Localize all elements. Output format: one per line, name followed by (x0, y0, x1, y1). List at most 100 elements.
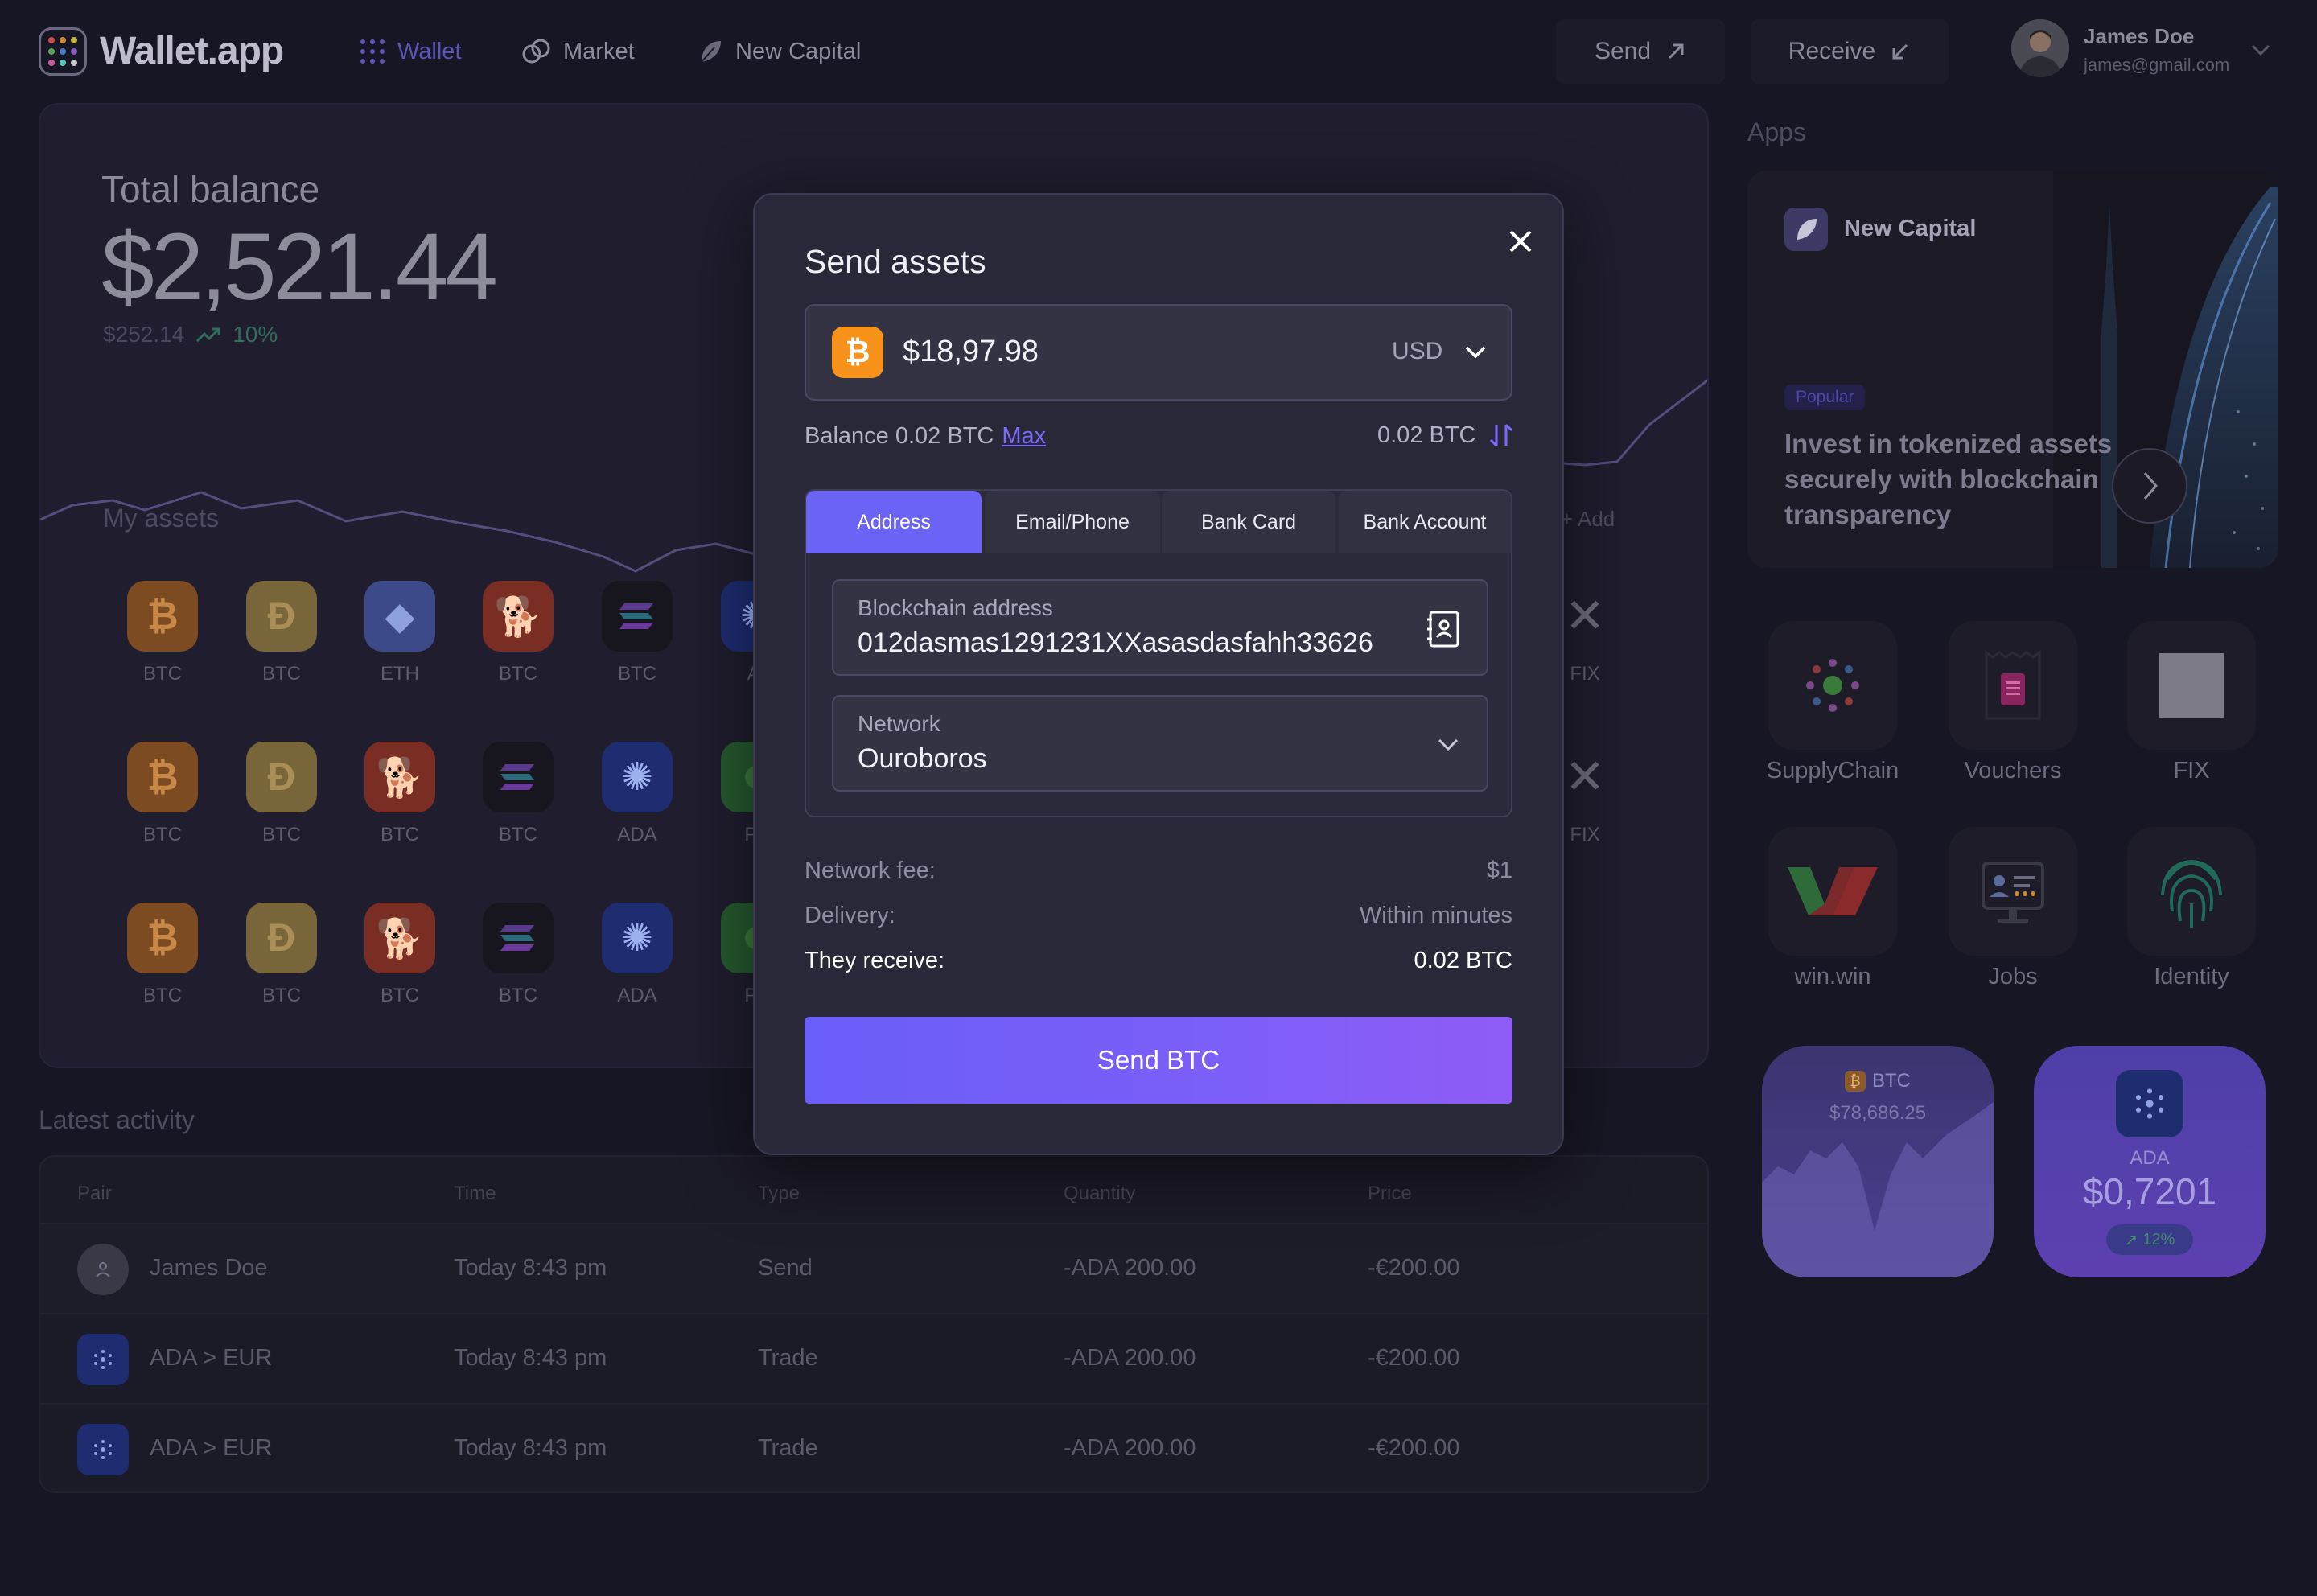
tab-email-phone[interactable]: Email/Phone (985, 491, 1160, 553)
app-vouchers[interactable] (1949, 621, 2077, 750)
bitcoin-icon: ₿ (127, 581, 198, 652)
avatar[interactable] (2011, 19, 2069, 77)
asset-item[interactable]: BTC (483, 903, 554, 1007)
cell-type: Send (758, 1255, 813, 1281)
tab-address[interactable]: Address (806, 491, 982, 553)
activity-table: Pair Time Type Quantity Price James Doe … (39, 1155, 1709, 1493)
cell-time: Today 8:43 pm (454, 1435, 607, 1461)
asset-item[interactable]: ₿ BTC (127, 903, 198, 1007)
app-name: Wallet.app (100, 30, 284, 72)
asset-item[interactable]: 🐕 BTC (483, 581, 554, 685)
modal-title: Send assets (805, 243, 986, 280)
bitcoin-icon: ₿ (1845, 1071, 1866, 1092)
asset-label: BTC (499, 985, 537, 1006)
asset-item[interactable]: ✺ ADA (602, 903, 673, 1007)
send-label: Send (1594, 38, 1652, 64)
cell-time: Today 8:43 pm (454, 1255, 607, 1281)
btc-ticker-label: BTC (1872, 1070, 1911, 1092)
col-price: Price (1368, 1183, 1412, 1204)
cell-price: -€200.00 (1368, 1435, 1460, 1461)
asset-item[interactable]: ✺ ADA (602, 742, 673, 846)
send-btc-button[interactable]: Send BTC (805, 1017, 1512, 1104)
receive-label: Receive (1788, 38, 1876, 64)
ada-ticker-symbol: ADA (2130, 1147, 2170, 1169)
nav-wallet[interactable]: Wallet (359, 35, 462, 68)
close-icon[interactable] (1501, 222, 1540, 261)
asset-item[interactable]: ₿ BTC (127, 581, 198, 685)
asset-item[interactable]: Ð BTC (246, 581, 317, 685)
col-type: Type (758, 1183, 800, 1204)
cell-price: -€200.00 (1368, 1255, 1460, 1281)
table-row[interactable]: ADA > EUR Today 8:43 pm Trade -ADA 200.0… (40, 1313, 1707, 1403)
currency-select[interactable]: USD (1392, 338, 1442, 365)
featured-brand: New Capital (1844, 216, 1977, 241)
col-quantity: Quantity (1064, 1183, 1136, 1204)
app-identity[interactable] (2127, 827, 2256, 956)
asset-label: BTC (262, 663, 301, 685)
delivery-label: Delivery: (805, 903, 895, 928)
asset-item[interactable]: BTC (483, 742, 554, 846)
asset-item[interactable]: BTC (602, 581, 673, 685)
table-row[interactable]: ADA > EUR Today 8:43 pm Trade -ADA 200.0… (40, 1403, 1707, 1491)
header-send-button[interactable]: Send (1556, 19, 1725, 84)
swap-icon[interactable] (1488, 422, 1515, 449)
cell-pair: James Doe (150, 1255, 268, 1281)
nav-market[interactable]: Market (521, 35, 635, 68)
amount-input[interactable]: ₿ $18,97.98 USD (805, 304, 1512, 401)
cell-pair: ADA > EUR (150, 1435, 273, 1461)
header-receive-button[interactable]: Receive (1751, 19, 1949, 84)
app-winwin[interactable] (1768, 827, 1897, 956)
tab-bank-card[interactable]: Bank Card (1162, 491, 1335, 553)
cell-quantity: -ADA 200.00 (1064, 1345, 1196, 1371)
nav-new-capital[interactable]: New Capital (697, 35, 861, 68)
btc-ticker-card[interactable]: ₿ BTC $78,686.25 (1762, 1046, 1994, 1277)
ada-ticker-change-value: 12% (2142, 1230, 2175, 1248)
blockchain-address-field[interactable]: Blockchain address 012dasmas1291231XXasa… (832, 579, 1488, 676)
fix-square-icon (2127, 621, 2256, 750)
asset-label: BTC (499, 663, 537, 685)
app-logo[interactable] (39, 27, 87, 76)
asset-item[interactable]: ₿ BTC (127, 742, 198, 846)
app-jobs[interactable] (1949, 827, 2077, 956)
trend-up-icon: ↗ (2124, 1231, 2138, 1249)
tab-bank-account[interactable]: Bank Account (1339, 491, 1511, 553)
asset-item[interactable]: Ð BTC (246, 742, 317, 846)
chevron-down-icon[interactable] (2249, 42, 2272, 58)
address-value[interactable]: 012dasmas1291231XXasasdasfahh33626 (858, 627, 1373, 659)
fee-value: $1 (1486, 858, 1512, 883)
converted-amount: 0.02 BTC (1377, 422, 1515, 449)
dogecoin-icon: Ð (246, 903, 317, 973)
chevron-down-icon[interactable] (1463, 339, 1488, 365)
chevron-down-icon[interactable] (1435, 732, 1461, 758)
asset-item[interactable]: 🐕 BTC (364, 742, 435, 846)
table-row[interactable]: James Doe Today 8:43 pm Send -ADA 200.00… (40, 1223, 1707, 1313)
balance-info: Balance 0.02 BTC Max (805, 423, 1046, 450)
total-balance-value: $2,521.44 (101, 214, 498, 320)
cell-type: Trade (758, 1435, 818, 1461)
asset-item[interactable]: Ð BTC (246, 903, 317, 1007)
user-email: james@gmail.com (2084, 55, 2230, 75)
winwin-icon (1768, 827, 1897, 956)
app-fix[interactable] (2127, 621, 2256, 750)
add-asset-link[interactable]: + Add (1561, 507, 1615, 532)
receive-amount-value: 0.02 BTC (1414, 948, 1513, 973)
solana-icon (602, 581, 673, 652)
new-capital-logo (1784, 208, 1828, 251)
ada-ticker-card[interactable]: ADA $0,7201 ↗ 12% (2034, 1046, 2266, 1277)
app-supplychain[interactable] (1768, 621, 1897, 750)
balance-label: Balance 0.02 BTC (805, 423, 994, 449)
cell-time: Today 8:43 pm (454, 1345, 607, 1371)
contacts-book-icon[interactable] (1426, 610, 1461, 648)
cardano-icon (77, 1424, 129, 1475)
max-link[interactable]: Max (1002, 423, 1046, 449)
network-select[interactable]: Network Ouroboros (832, 695, 1488, 792)
receive-amount-label: They receive: (805, 948, 945, 973)
featured-app-card[interactable]: New Capital Popular Invest in tokenized … (1747, 171, 2278, 568)
converted-value: 0.02 BTC (1377, 422, 1476, 448)
user-icon (77, 1244, 129, 1295)
balance-change-pct: 10% (233, 322, 278, 347)
fee-label: Network fee: (805, 858, 936, 883)
asset-item[interactable]: ◆ ETH (364, 581, 435, 685)
asset-item[interactable]: 🐕 BTC (364, 903, 435, 1007)
btc-ticker-symbol: ₿ BTC (1762, 1070, 1994, 1092)
